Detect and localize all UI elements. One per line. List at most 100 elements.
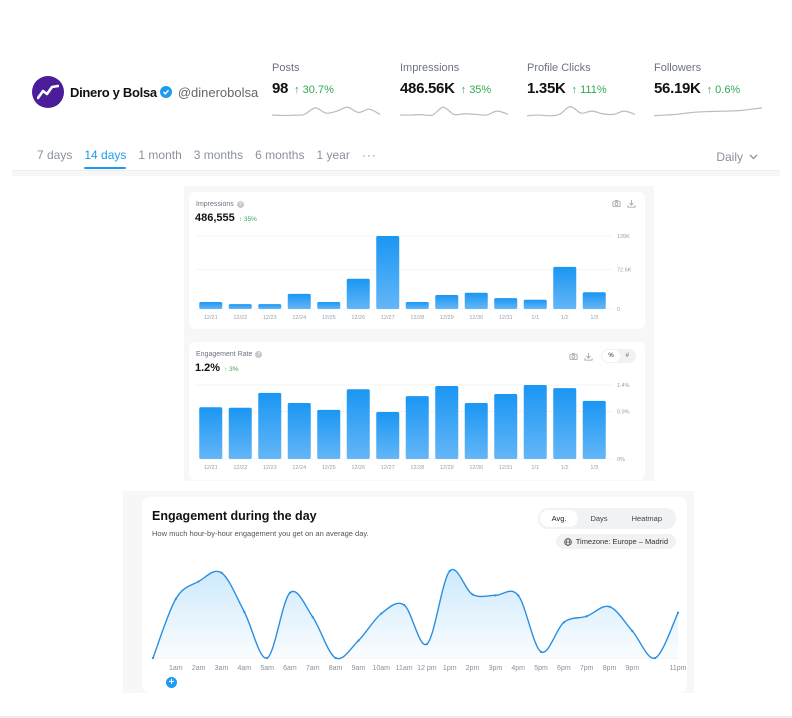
x-tick-label: 12/29 [440, 465, 454, 471]
x-tick-label: 12/21 [204, 315, 218, 321]
x-tick-label: 6am [283, 665, 297, 672]
bar [464, 402, 488, 459]
y-tick-label: 0 [617, 307, 620, 313]
data-point [151, 656, 155, 660]
stat-followers[interactable]: Followers 56.19K ↑ 0.6% [654, 62, 769, 118]
range-tabs: 7 days 14 days 1 month 3 months 6 months… [37, 148, 377, 169]
tab-1-year[interactable]: 1 year [316, 148, 349, 169]
data-point [448, 569, 451, 573]
engagement-rate-bar-chart: 0% 0.9% 1.4% 12/21 12/22 12/23 12/24 12/25 12/26… [196, 383, 630, 471]
bar [376, 236, 400, 309]
x-tick-label: 4pm [511, 665, 525, 672]
add-button[interactable]: + [166, 677, 177, 688]
stat-value: 486.56K [400, 80, 455, 97]
x-tick-label: 12/27 [381, 315, 395, 321]
data-point [654, 656, 657, 660]
data-point [517, 594, 520, 597]
profile-header: Dinero y Bolsa @dinerobolsa [32, 76, 258, 108]
bar [582, 400, 606, 459]
data-point [402, 603, 406, 607]
tab-6-months[interactable]: 6 months [255, 148, 304, 169]
verified-badge-icon [159, 86, 172, 98]
data-point [243, 610, 246, 613]
data-point [174, 597, 177, 600]
stat-label: Posts [272, 62, 300, 74]
x-tick-label: 12/31 [499, 465, 513, 471]
x-tick-label: 2pm [466, 665, 480, 672]
data-point [311, 616, 314, 619]
data-point [676, 611, 680, 614]
x-tick-label: 12/30 [469, 465, 483, 471]
x-tick-label: 12/24 [292, 315, 306, 321]
sparkline-path [654, 107, 762, 117]
x-tick-label: 1/2 [561, 315, 569, 321]
bar [228, 407, 252, 459]
x-tick-label: 4am [237, 665, 251, 672]
x-tick-label: 1/3 [590, 465, 598, 471]
x-tick-label: 12/31 [499, 315, 513, 321]
bar [258, 304, 282, 309]
trend-logo-icon [37, 84, 59, 100]
sparkline-path [272, 106, 380, 117]
tab-14-days[interactable]: 14 days [84, 148, 127, 169]
x-tick-label: 11am [396, 665, 413, 672]
bar [317, 301, 341, 309]
data-point [197, 580, 200, 583]
x-tick-label: 7pm [580, 665, 594, 672]
bar [199, 407, 223, 459]
bar [464, 292, 488, 309]
more-ranges-button[interactable]: ··· [362, 148, 377, 169]
avatar[interactable] [32, 76, 64, 108]
x-tick-label: 12/26 [351, 465, 365, 471]
x-tick-label: 1/1 [531, 465, 539, 471]
data-point [220, 571, 223, 574]
impressions-card: Impressions ? 486,555 ↑ 35% 0 72.6K 135K 12… [189, 192, 645, 329]
sparkline [272, 106, 380, 117]
data-point [380, 612, 383, 615]
data-point [266, 656, 269, 660]
bar [346, 389, 370, 459]
sparkline [527, 106, 635, 117]
x-tick-label: 12/29 [440, 315, 454, 321]
stat-impressions[interactable]: Impressions 486.56K ↑ 35% [400, 62, 515, 118]
data-point [585, 615, 588, 618]
bar [494, 298, 518, 309]
data-point [334, 656, 337, 660]
x-tick-label: 12/21 [204, 465, 218, 471]
x-tick-label: 12/25 [322, 315, 336, 321]
bar [405, 396, 429, 459]
x-tick-label: 1pm [443, 665, 457, 672]
bar [435, 386, 459, 459]
x-tick-label: 12/23 [263, 465, 277, 471]
stat-change: ↑ 0.6% [706, 84, 741, 96]
data-point [562, 621, 565, 624]
x-tick-label: 12/22 [233, 315, 247, 321]
stat-value: 1.35K [527, 80, 566, 97]
stat-posts[interactable]: Posts 98 ↑ 30.7% [272, 62, 387, 118]
engagement-rate-card: Engagement Rate ? 1.2% ↑ 3% % # 0% 0.9% 1.… [189, 342, 645, 480]
bar [287, 293, 311, 309]
chevron-down-icon [749, 154, 758, 160]
bar [317, 409, 341, 459]
bar [228, 304, 252, 309]
x-tick-label: 12/23 [263, 315, 277, 321]
profile-handle: @dinerobolsa [177, 84, 259, 100]
x-tick-label: 12/26 [351, 315, 365, 321]
x-tick-label: 5am [260, 665, 274, 672]
stat-label: Followers [654, 62, 702, 74]
x-tick-label: 1/1 [531, 315, 539, 321]
tab-1-month[interactable]: 1 month [138, 148, 181, 169]
data-point [425, 642, 429, 646]
x-tick-label: 8pm [603, 665, 617, 672]
profile-name: Dinero y Bolsa [70, 84, 157, 100]
y-tick-label: 0.9% [617, 409, 630, 415]
granularity-dropdown[interactable]: Daily [716, 150, 758, 164]
stat-change: ↑ 30.7% [294, 84, 334, 96]
data-point [471, 593, 474, 596]
tab-3-months[interactable]: 3 months [194, 148, 243, 169]
stat-label: Profile Clicks [527, 62, 591, 74]
stat-profile-clicks[interactable]: Profile Clicks 1.35K ↑ 111% [527, 62, 642, 118]
tab-7-days[interactable]: 7 days [37, 148, 72, 169]
bar [258, 392, 282, 459]
impressions-bar-chart: 0 72.6K 135K 12/21 12/22 12/23 12/24 12/25 12/26… [196, 234, 632, 321]
